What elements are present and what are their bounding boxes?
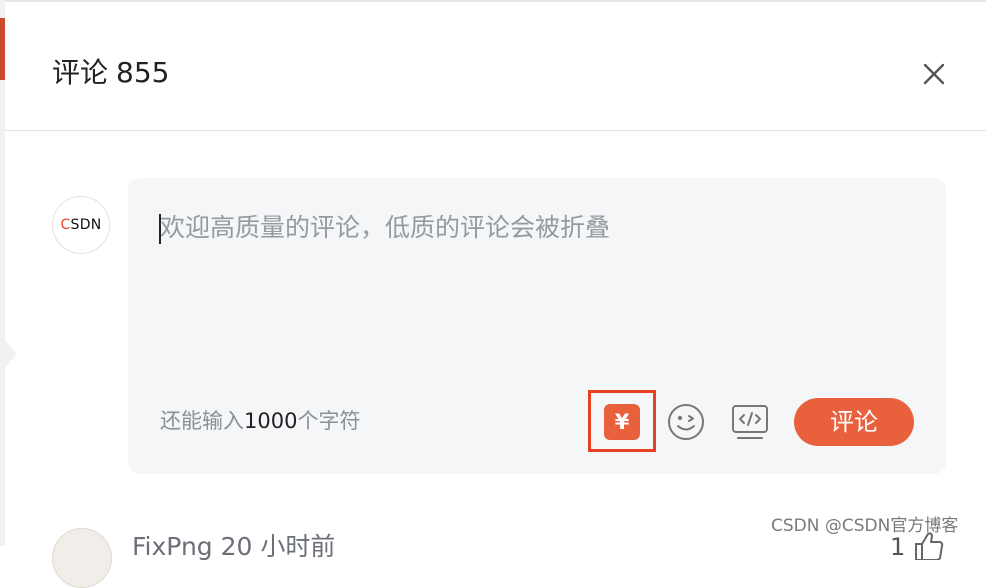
emoji-button[interactable] bbox=[666, 402, 706, 442]
comments-count: 855 bbox=[116, 56, 170, 89]
thumbs-up-icon[interactable] bbox=[912, 530, 946, 560]
commenter-name[interactable]: FixPng bbox=[132, 532, 213, 561]
code-icon bbox=[732, 405, 768, 439]
top-border bbox=[0, 0, 986, 2]
header-divider bbox=[5, 130, 986, 131]
reward-button[interactable]: ¥ bbox=[604, 404, 640, 440]
char-count-value: 1000 bbox=[244, 409, 298, 433]
comment-input-placeholder[interactable]: 欢迎高质量的评论，低质的评论会被折叠 bbox=[160, 211, 610, 245]
csdn-logo: CSDN bbox=[60, 217, 102, 233]
user-avatar[interactable]: CSDN bbox=[52, 196, 110, 254]
commenter-avatar[interactable] bbox=[52, 528, 112, 588]
code-button[interactable] bbox=[730, 402, 770, 442]
left-panel-accent bbox=[0, 18, 5, 80]
close-button[interactable] bbox=[918, 58, 950, 90]
left-panel-notch bbox=[5, 340, 17, 368]
emoji-icon bbox=[668, 404, 704, 440]
close-icon bbox=[923, 63, 945, 85]
comments-title: 评论 bbox=[52, 56, 109, 89]
commenter-info: FixPng 20 小时前 bbox=[132, 530, 335, 564]
submit-comment-button[interactable]: 评论 bbox=[794, 398, 914, 446]
char-count: 还能输入1000个字符 bbox=[160, 409, 361, 433]
comment-editor[interactable]: 欢迎高质量的评论，低质的评论会被折叠 还能输入1000个字符 ¥ 评论 bbox=[128, 178, 946, 474]
left-panel-edge bbox=[0, 0, 5, 546]
comments-header: 评论 855 bbox=[52, 53, 169, 93]
comment-time: 20 小时前 bbox=[220, 532, 336, 561]
like-count: 1 bbox=[890, 533, 906, 561]
yuan-icon: ¥ bbox=[614, 410, 630, 434]
